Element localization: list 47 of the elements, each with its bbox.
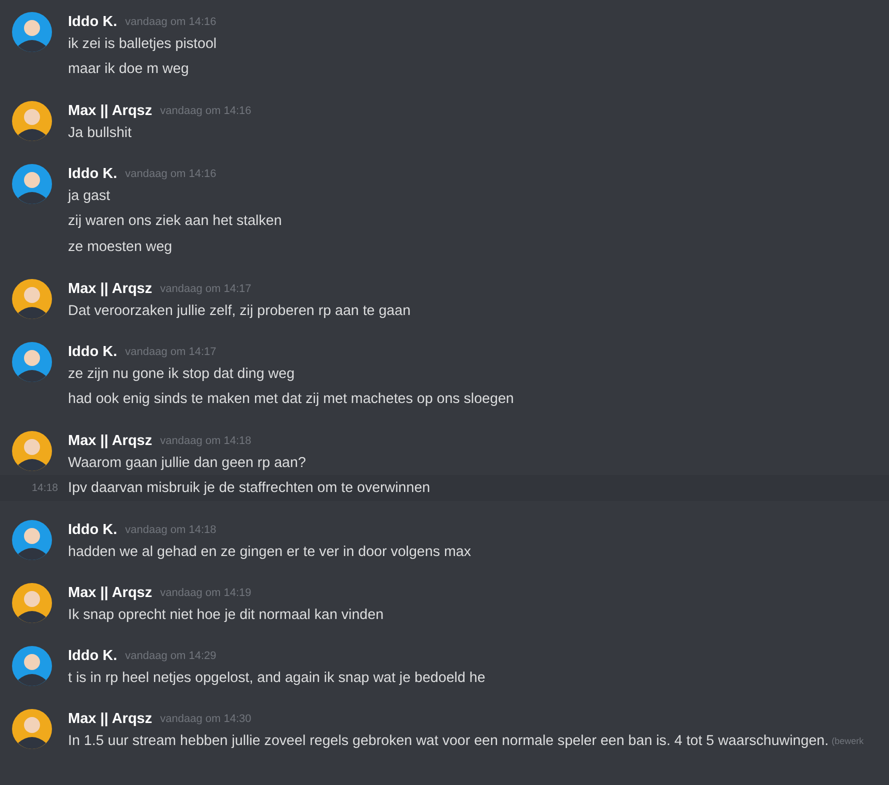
username[interactable]: Max || Arqsz	[68, 711, 152, 727]
avatar[interactable]	[12, 164, 52, 204]
avatar[interactable]	[12, 520, 52, 560]
username[interactable]: Iddo K.	[68, 522, 118, 538]
avatar[interactable]	[12, 431, 52, 471]
message-text: Ipv daarvan misbruik je de staffrechten om te overwinnen	[68, 480, 430, 496]
message-text: ze zijn nu gone ik stop dat ding weg	[68, 366, 295, 382]
timestamp: vandaag om 14:17	[160, 283, 252, 295]
username[interactable]: Max || Arqsz	[68, 281, 152, 297]
message-text: had ook enig sinds te maken met dat zij met machetes op ons sloegen	[68, 391, 514, 407]
timestamp: vandaag om 14:30	[160, 713, 252, 725]
avatar[interactable]	[12, 342, 52, 382]
timestamp: vandaag om 14:17	[125, 346, 216, 358]
avatar[interactable]	[12, 101, 52, 141]
timestamp: vandaag om 14:29	[125, 650, 216, 662]
message-text: Ja bullshit	[68, 125, 132, 141]
message-text: t is in rp heel netjes opgelost, and again ik snap wat je bedoeld he	[68, 670, 486, 686]
message-text: zij waren ons ziek aan het stalken	[68, 213, 282, 229]
message-text: Ik snap oprecht niet hoe je dit normaal kan vinden	[68, 607, 384, 623]
message-text: ik zei is balletjes pistool	[68, 36, 217, 52]
message-text: Dat veroorzaken jullie zelf, zij proberen rp aan te gaan	[68, 303, 411, 319]
username[interactable]: Iddo K.	[68, 14, 118, 30]
username[interactable]: Max || Arqsz	[68, 103, 152, 119]
message-text: In 1.5 uur stream hebben jullie zoveel regels gebroken wat voor een normale speler een ban is. 4 tot 5 waarschuwingen.	[68, 733, 829, 749]
timestamp: vandaag om 14:16	[160, 105, 252, 117]
avatar[interactable]	[12, 583, 52, 623]
timestamp: vandaag om 14:16	[125, 168, 216, 180]
username[interactable]: Max || Arqsz	[68, 433, 152, 449]
timestamp: vandaag om 14:18	[125, 524, 216, 536]
username[interactable]: Iddo K.	[68, 166, 118, 182]
message-text: Waarom gaan jullie dan geen rp aan?	[68, 455, 306, 471]
username[interactable]: Max || Arqsz	[68, 585, 152, 601]
message-text: hadden we al gehad en ze gingen er te ver in door volgens max	[68, 544, 471, 560]
avatar[interactable]	[12, 279, 52, 319]
avatar[interactable]	[12, 709, 52, 749]
avatar[interactable]	[12, 12, 52, 52]
message-text: ze moesten weg	[68, 239, 172, 255]
edited-label: (bewerk	[832, 736, 864, 746]
timestamp: vandaag om 14:18	[160, 435, 252, 447]
username[interactable]: Iddo K.	[68, 344, 118, 360]
timestamp: 14:18	[32, 482, 58, 494]
timestamp: vandaag om 14:16	[125, 16, 216, 28]
avatar[interactable]	[12, 646, 52, 686]
timestamp: vandaag om 14:19	[160, 587, 252, 599]
message-text: maar ik doe m weg	[68, 61, 189, 77]
username[interactable]: Iddo K.	[68, 648, 118, 664]
message-text: ja gast	[68, 188, 110, 204]
